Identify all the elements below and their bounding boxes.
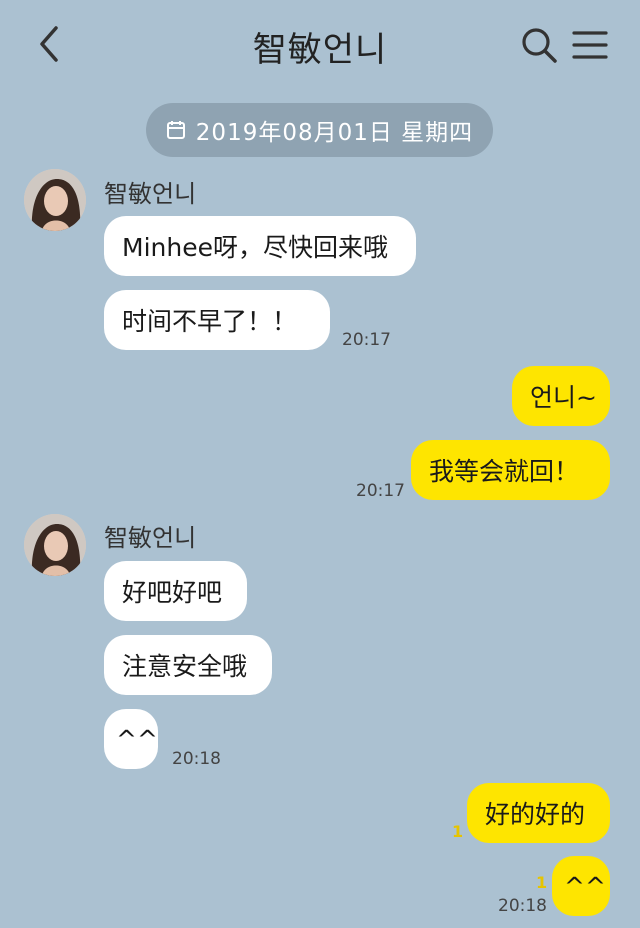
message-bubble[interactable]: 언니~ <box>512 366 610 426</box>
message-bubble[interactable]: ^^ <box>104 709 158 769</box>
message-bubble[interactable]: 我等会就回！ <box>411 440 610 500</box>
message-bubble[interactable]: ^^ <box>552 856 610 916</box>
search-icon[interactable] <box>520 26 558 64</box>
message-bubble[interactable]: 好吧好吧 <box>104 561 247 621</box>
message-time: 20:18 <box>498 896 547 916</box>
message-bubble[interactable]: 注意安全哦 <box>104 635 272 695</box>
message-time: 20:18 <box>172 749 221 769</box>
unread-count: 1 <box>536 873 548 892</box>
calendar-icon <box>166 121 185 139</box>
sender-name: 智敏언니 <box>104 524 197 552</box>
avatar[interactable] <box>24 514 86 576</box>
message-time: 20:17 <box>342 330 391 350</box>
message-bubble[interactable]: 时间不早了！！ <box>104 290 330 350</box>
hamburger-menu-icon[interactable] <box>572 28 608 62</box>
date-divider: 2019年08月01日 星期四 <box>146 103 493 157</box>
avatar[interactable] <box>24 169 86 231</box>
message-bubble[interactable]: Minhee呀，尽快回来哦 <box>104 216 416 276</box>
message-time: 20:17 <box>356 481 405 501</box>
message-bubble[interactable]: 好的好的 <box>467 783 610 843</box>
chat-header: 智敏언니 <box>0 0 640 92</box>
sender-name: 智敏언니 <box>104 180 197 208</box>
unread-count: 1 <box>452 822 464 841</box>
date-text: 2019年08月01日 星期四 <box>195 120 474 146</box>
